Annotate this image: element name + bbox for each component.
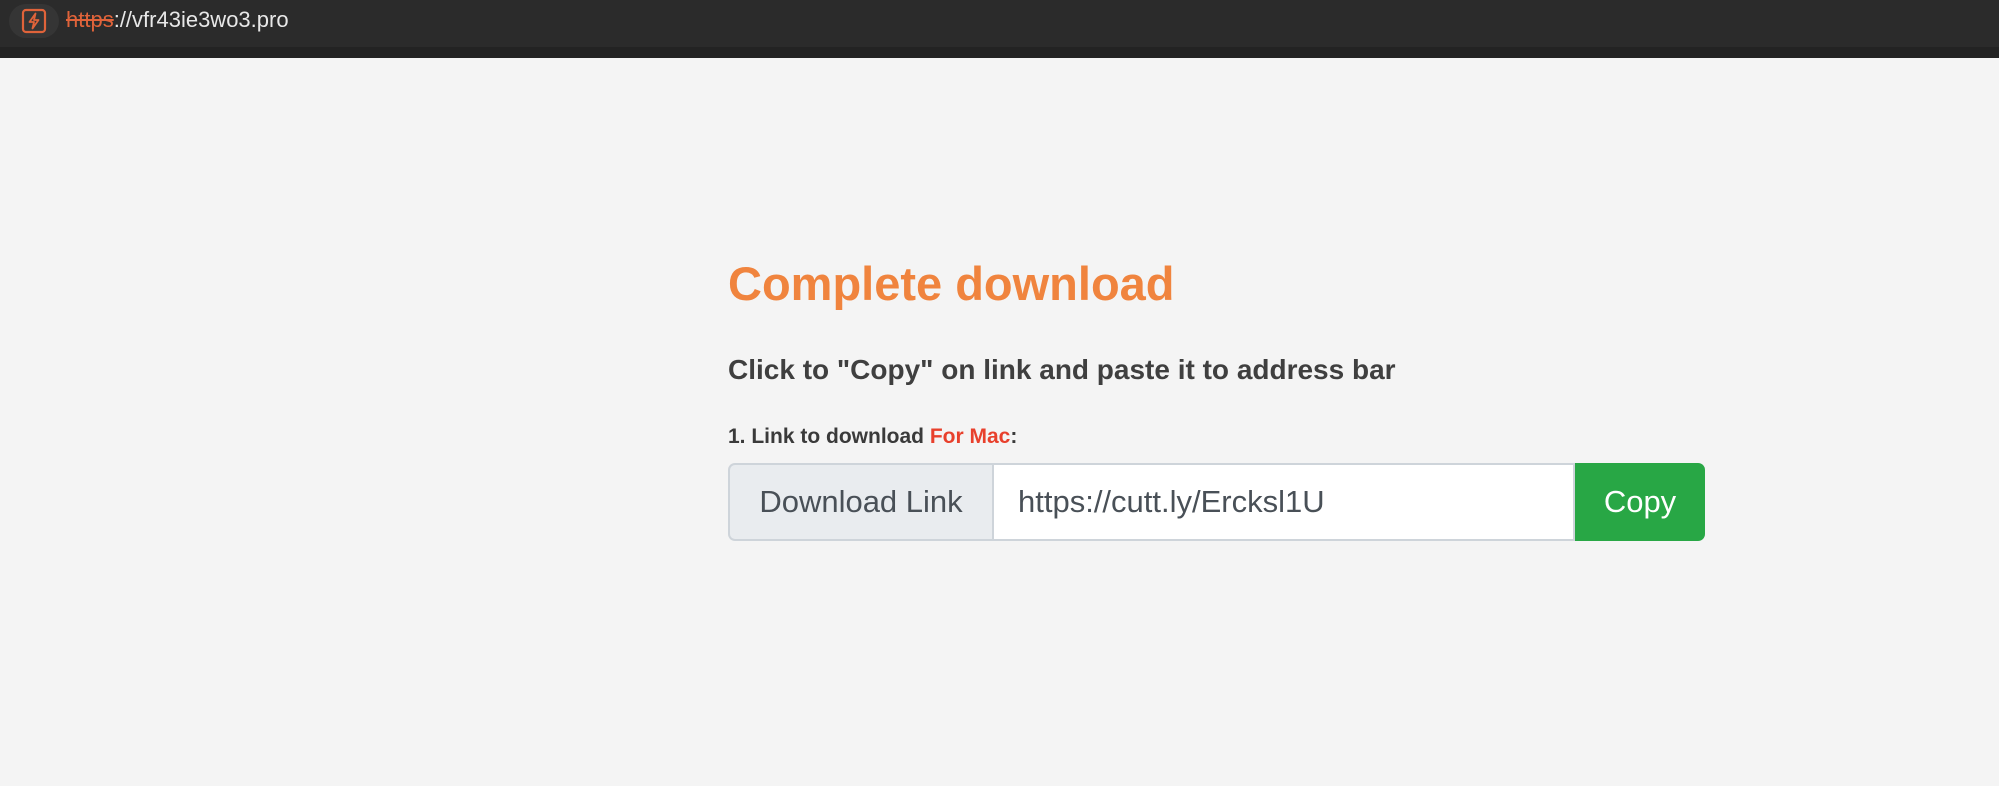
instruction-text: Click to "Copy" on link and paste it to … bbox=[728, 354, 1396, 385]
url-display[interactable]: https://vfr43ie3wo3.pro bbox=[66, 6, 289, 34]
link-label-prefix: 1. Link to download bbox=[728, 425, 930, 448]
browser-address-bar: https://vfr43ie3wo3.pro bbox=[0, 0, 1999, 58]
link-label-suffix: : bbox=[1010, 425, 1018, 448]
link-label: 1. Link to download For Mac: bbox=[728, 423, 1708, 451]
site-security-button[interactable] bbox=[9, 4, 59, 38]
download-link-group: Download Link Copy bbox=[728, 463, 1705, 541]
address-bar-background: https://vfr43ie3wo3.pro bbox=[0, 0, 1999, 47]
not-secure-icon bbox=[21, 8, 47, 34]
url-host: ://vfr43ie3wo3.pro bbox=[113, 7, 289, 32]
download-link-input[interactable] bbox=[992, 463, 1575, 541]
page-title: Complete download bbox=[728, 257, 1175, 310]
copy-button[interactable]: Copy bbox=[1575, 463, 1705, 541]
platform-label: For Mac bbox=[929, 425, 1011, 448]
download-link-addon: Download Link bbox=[728, 463, 992, 541]
download-panel: Complete download Click to "Copy" on lin… bbox=[728, 250, 1708, 541]
url-scheme: https bbox=[66, 7, 114, 32]
